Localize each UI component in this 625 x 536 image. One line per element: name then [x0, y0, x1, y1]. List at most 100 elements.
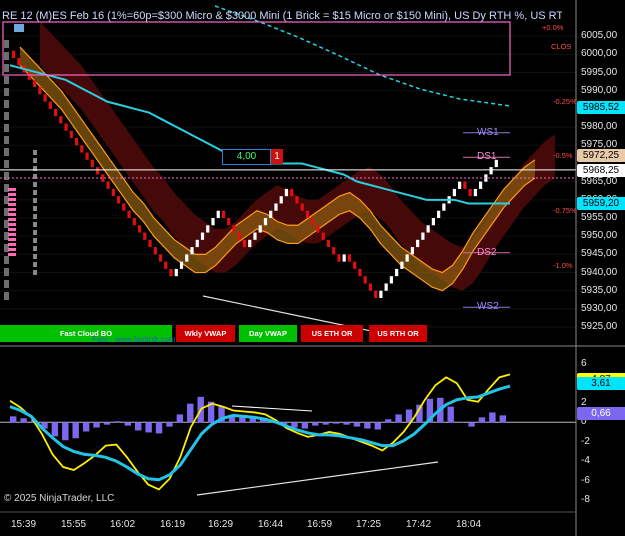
oscillator-axis-label: -6	[581, 474, 590, 486]
price-axis-label: 5995,00	[581, 66, 618, 78]
volume-profile-bar	[8, 198, 16, 201]
price-axis-label: 5990,00	[581, 84, 618, 96]
histogram-bar	[135, 422, 142, 431]
volume-profile-bar	[8, 203, 16, 206]
instrument-marker	[14, 24, 24, 32]
renko-brick	[85, 152, 89, 160]
renko-brick	[158, 254, 163, 262]
renko-brick	[269, 210, 273, 218]
renko-brick	[169, 268, 173, 277]
level-label-ds1: DS1	[477, 151, 497, 163]
oscillator-axis-label: -8	[581, 494, 590, 506]
histogram-bar	[332, 422, 340, 424]
volume-profile-bar	[4, 112, 9, 120]
renko-brick	[279, 196, 283, 204]
histogram-bar	[249, 418, 256, 423]
renko-brick	[295, 196, 299, 204]
level-label-ws2: WS2	[477, 301, 499, 313]
volume-profile-bar	[8, 243, 16, 246]
volume-profile-bar	[4, 256, 9, 264]
renko-brick	[421, 232, 425, 240]
chart-canvas[interactable]	[0, 0, 625, 536]
button-us-eth-or[interactable]: US ETH OR	[301, 325, 363, 342]
renko-brick	[95, 167, 100, 175]
histogram-bar	[374, 422, 381, 430]
histogram-bar	[166, 422, 173, 427]
histogram-bar	[93, 422, 100, 428]
renko-brick	[137, 225, 142, 233]
price-axis-label: 5980,00	[581, 121, 618, 133]
renko-brick	[363, 276, 367, 284]
histogram-bar	[395, 414, 402, 423]
histogram-bar	[155, 422, 163, 434]
price-tag: 5972,25	[577, 149, 625, 163]
volume-profile-bar	[4, 160, 9, 168]
order-count-button[interactable]: 1	[271, 149, 283, 164]
volume-profile-bar	[8, 248, 16, 251]
histogram-bar	[364, 422, 371, 429]
renko-brick	[300, 203, 304, 211]
renko-brick	[74, 138, 79, 146]
renko-brick	[143, 232, 147, 240]
volume-profile-bar	[33, 230, 37, 235]
volume-profile-bar	[33, 270, 37, 275]
renko-brick	[53, 108, 58, 117]
renko-brick	[190, 247, 194, 255]
price-axis-label: 5940,00	[581, 266, 618, 278]
volume-profile-bar	[4, 268, 9, 276]
button-wkly-vwap[interactable]: Wkly VWAP	[176, 325, 235, 342]
volume-profile-bar	[33, 206, 37, 211]
volume-profile-bar	[33, 246, 37, 251]
renko-brick	[258, 225, 262, 233]
histogram-bar	[385, 419, 392, 423]
renko-brick	[206, 225, 210, 233]
renko-brick	[211, 218, 215, 226]
volume-profile-bar	[8, 238, 16, 241]
histogram-bar	[343, 422, 350, 425]
price-axis-label: 5950,00	[581, 230, 618, 242]
volume-profile-bar	[8, 188, 16, 191]
oscillator-tag: 0,66	[577, 407, 625, 420]
renko-brick	[395, 268, 399, 277]
button-us-rth-or[interactable]: US RTH OR	[369, 325, 427, 342]
order-quantity: 4,00	[236, 151, 257, 162]
volume-profile-bar	[33, 238, 37, 243]
volume-profile-bar	[33, 158, 37, 163]
time-axis-label: 16:02	[110, 519, 136, 530]
histogram-bar	[187, 403, 194, 423]
histogram-bar	[176, 414, 184, 423]
percent-label: -0.75%	[553, 206, 577, 215]
price-tag: 5959,20	[577, 196, 625, 210]
renko-brick	[195, 239, 199, 248]
renko-brick	[216, 210, 220, 218]
time-axis-label: 16:29	[208, 519, 234, 530]
oscillator-axis-label: 6	[581, 357, 587, 369]
time-axis-label: 15:39	[11, 519, 37, 530]
volume-profile-bar	[4, 136, 9, 144]
renko-brick	[200, 232, 205, 240]
oscillator-axis-label: -2	[581, 435, 590, 447]
renko-brick	[127, 210, 131, 218]
button-day-vwap[interactable]: Day VWAP	[239, 325, 297, 342]
volume-profile-bar	[4, 64, 9, 72]
percent-label: +0.0%	[542, 23, 564, 33]
renko-brick	[17, 58, 21, 66]
time-axis-label: 17:25	[356, 519, 382, 530]
histogram-bar	[124, 422, 131, 426]
price-axis-label: 5935,00	[581, 284, 618, 296]
renko-brick	[326, 239, 331, 248]
renko-brick	[179, 261, 184, 269]
time-axis-label: 17:42	[406, 519, 432, 530]
order-box[interactable]: 4,00	[222, 149, 271, 165]
renko-brick	[384, 283, 388, 291]
renko-brick	[69, 130, 73, 138]
price-axis-label: 6005,00	[581, 30, 618, 42]
histogram-bar	[103, 422, 111, 425]
renko-brick	[164, 261, 168, 269]
renko-brick	[111, 188, 115, 197]
histogram-bar	[10, 416, 17, 423]
renko-brick	[48, 101, 52, 109]
renko-brick	[253, 232, 257, 240]
histogram-bar	[62, 422, 69, 441]
renko-brick	[305, 210, 310, 218]
